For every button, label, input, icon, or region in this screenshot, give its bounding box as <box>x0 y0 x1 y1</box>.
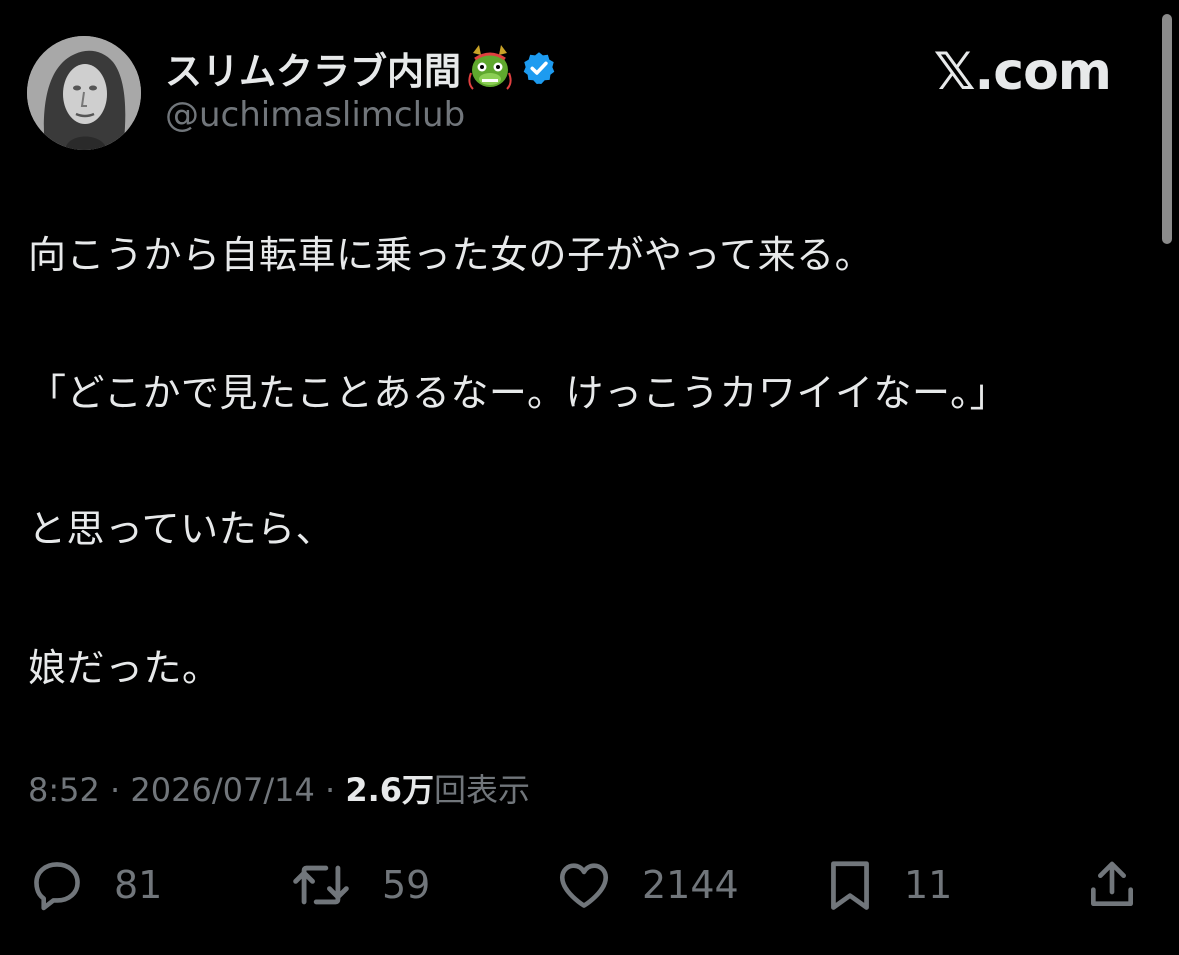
like-count: 2144 <box>642 863 739 907</box>
tweet-text-line: 「どこかで見たことあるなー。けっこうカワイイなー。」 <box>28 371 1009 415</box>
heart-icon <box>559 863 609 908</box>
author-display-name[interactable]: スリムクラブ内間 <box>165 41 461 95</box>
avatar-photo <box>27 36 141 150</box>
views-label: 回表示 <box>434 771 531 809</box>
tweet-text-line: 向こうから自転車に乗った女の子がやって来る。 <box>28 233 874 277</box>
scrollbar[interactable] <box>1162 14 1172 244</box>
bookmark-count: 11 <box>904 863 953 907</box>
reply-button[interactable]: 81 <box>28 850 162 920</box>
bookmark-button[interactable]: 11 <box>824 850 952 920</box>
views-count[interactable]: 2.6万 <box>345 771 434 809</box>
retweet-button[interactable]: 59 <box>288 850 430 920</box>
meta-separator: · <box>99 771 131 809</box>
tweet-time[interactable]: 8:52 <box>28 771 100 809</box>
meta-separator: · <box>314 771 346 809</box>
share-button[interactable] <box>1084 850 1140 920</box>
tweet-text-line: と思っていたら、 <box>28 507 335 551</box>
share-icon <box>1091 861 1133 906</box>
avatar[interactable] <box>27 36 141 150</box>
bookmark-icon <box>831 861 869 910</box>
brand-logo: 𝕏.com <box>933 42 1112 102</box>
author-name-row[interactable]: スリムクラブ内間 <box>165 40 557 96</box>
verified-badge-icon[interactable] <box>521 50 557 86</box>
retweet-icon <box>293 865 349 905</box>
dragon-face-icon <box>465 43 515 93</box>
action-bar: 81 59 2144 11 <box>0 850 1179 920</box>
author-handle[interactable]: @uchimaslimclub <box>165 95 465 135</box>
retweet-count: 59 <box>382 863 431 907</box>
tweet-text-line: 娘だった。 <box>28 646 221 690</box>
tweet-date[interactable]: 2026/07/14 <box>130 771 314 809</box>
tweet-meta: 8:52 · 2026/07/14 · 2.6万回表示 <box>28 765 530 811</box>
like-button[interactable]: 2144 <box>554 850 739 920</box>
reply-bubble-icon <box>34 862 80 911</box>
reply-count: 81 <box>114 863 163 907</box>
